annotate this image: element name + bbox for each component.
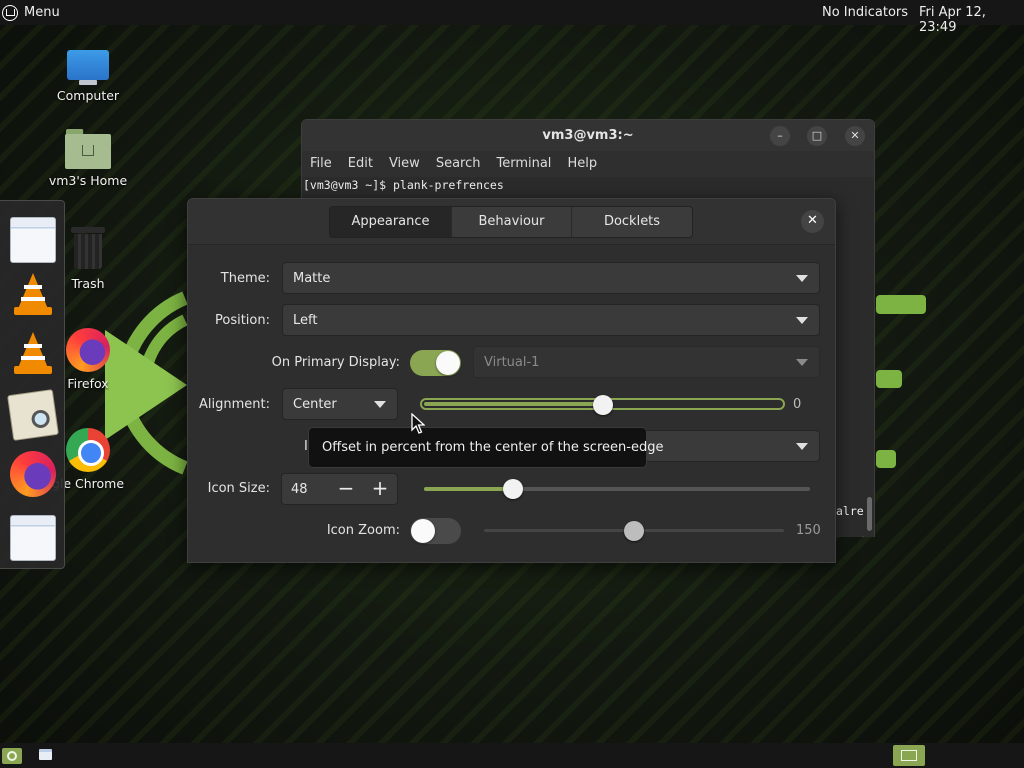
decrement-button[interactable]: − xyxy=(333,477,359,501)
dock-vlc-icon[interactable] xyxy=(10,271,56,317)
mouse-cursor-icon xyxy=(411,413,425,434)
mint-logo-icon xyxy=(2,4,18,21)
primary-display-toggle[interactable] xyxy=(410,350,461,376)
plank-dock xyxy=(0,200,65,569)
menu-file[interactable]: File xyxy=(309,151,339,177)
clock[interactable]: Fri Apr 12, 23:49 xyxy=(919,5,1024,35)
terminal-titlebar[interactable]: vm3@vm3:~ – □ ✕ xyxy=(302,120,874,151)
chevron-down-icon xyxy=(374,401,386,408)
icon-zoom-toggle[interactable] xyxy=(410,518,461,544)
terminal-scrollbar[interactable] xyxy=(864,177,874,537)
desktop-icon-label: vm3's Home xyxy=(48,173,128,188)
desktop-icon-label: Computer xyxy=(56,88,120,103)
dock-color-picker-icon[interactable] xyxy=(7,389,59,441)
terminal-command-line: [vm3@vm3 ~]$ plank-prefrences xyxy=(303,178,504,192)
alignment-value: Center xyxy=(293,397,337,412)
icon-zoom-value: 150 xyxy=(796,523,821,538)
dock-vlc-icon[interactable] xyxy=(10,330,56,376)
bottom-panel xyxy=(0,743,1024,768)
chevron-down-icon xyxy=(796,275,808,282)
menu-search[interactable]: Search xyxy=(435,151,488,177)
trash-icon xyxy=(71,227,105,269)
chevron-down-icon xyxy=(796,443,808,450)
wallpaper-logo-bar xyxy=(876,450,896,468)
dock-window-icon[interactable] xyxy=(10,515,56,561)
firefox-icon xyxy=(66,328,110,372)
top-panel: Menu No Indicators Fri Apr 12, 23:49 xyxy=(0,0,1024,35)
alignment-label: Alignment: xyxy=(199,397,270,412)
offset-value: 0 xyxy=(793,397,802,412)
workspace-switcher-icon[interactable] xyxy=(893,745,925,766)
tab-appearance[interactable]: Appearance xyxy=(330,207,452,237)
dock-window-icon[interactable] xyxy=(10,217,56,263)
tab-docklets[interactable]: Docklets xyxy=(572,207,692,237)
dialog-header: Appearance Behaviour Docklets ✕ xyxy=(188,199,835,245)
computer-icon xyxy=(67,50,109,85)
close-button[interactable]: ✕ xyxy=(845,126,865,146)
menu-help[interactable]: Help xyxy=(566,151,604,177)
offset-tooltip: Offset in percent from the center of the… xyxy=(308,427,663,468)
terminal-partial-text: alre xyxy=(836,504,864,518)
minimize-button[interactable]: – xyxy=(770,126,790,146)
wallpaper-logo-bar xyxy=(876,295,926,314)
icon-size-slider-knob[interactable] xyxy=(503,479,523,499)
chevron-down-icon xyxy=(796,359,808,366)
show-desktop-icon[interactable] xyxy=(39,749,52,760)
primary-display-label: On Primary Display: xyxy=(271,355,400,370)
icon-size-slider-fill xyxy=(424,487,513,491)
offset-slider-fill xyxy=(424,402,607,406)
menu-view[interactable]: View xyxy=(388,151,427,177)
icon-size-spinbutton[interactable]: 48 − + xyxy=(281,473,398,505)
chrome-icon xyxy=(66,428,110,472)
menu-edit[interactable]: Edit xyxy=(347,151,380,177)
increment-button[interactable]: + xyxy=(367,477,393,501)
tab-bar: Appearance Behaviour Docklets xyxy=(329,206,693,238)
offset-slider-knob[interactable] xyxy=(593,395,613,415)
theme-combo[interactable]: Matte xyxy=(282,262,820,294)
icon-size-label: Icon Size: xyxy=(207,481,270,496)
tab-behaviour[interactable]: Behaviour xyxy=(452,207,572,237)
position-combo[interactable]: Left xyxy=(282,304,820,336)
alignment-combo[interactable]: Center xyxy=(282,388,398,420)
start-menu-icon[interactable] xyxy=(2,748,22,764)
maximize-button[interactable]: □ xyxy=(807,126,827,146)
icon-size-slider[interactable] xyxy=(424,487,810,491)
icon-size-value: 48 xyxy=(291,482,308,497)
icon-zoom-label: Icon Zoom: xyxy=(326,523,400,538)
home-folder-icon xyxy=(65,129,111,169)
display-value: Virtual-1 xyxy=(484,355,540,370)
menu-terminal[interactable]: Terminal xyxy=(495,151,558,177)
menu-label: Menu xyxy=(24,5,60,20)
close-dialog-button[interactable]: ✕ xyxy=(801,210,824,233)
desktop-icon-computer[interactable]: Computer xyxy=(38,50,138,103)
theme-value: Matte xyxy=(293,271,331,286)
display-combo: Virtual-1 xyxy=(473,346,820,378)
icon-zoom-slider-knob xyxy=(624,521,644,541)
chevron-down-icon xyxy=(796,317,808,324)
position-label: Position: xyxy=(215,313,270,328)
indicators-applet[interactable]: No Indicators xyxy=(822,5,908,20)
theme-label: Theme: xyxy=(220,271,270,286)
plank-preferences-dialog: Appearance Behaviour Docklets ✕ Theme: M… xyxy=(187,198,836,563)
position-value: Left xyxy=(293,313,318,328)
desktop-icon-home[interactable]: vm3's Home xyxy=(38,129,138,188)
menu-button[interactable]: Menu xyxy=(2,3,60,22)
terminal-menubar: File Edit View Search Terminal Help xyxy=(302,151,874,177)
dock-firefox-icon[interactable] xyxy=(10,451,56,497)
wallpaper-logo-bar xyxy=(876,370,902,388)
scrollbar-thumb[interactable] xyxy=(867,497,872,531)
